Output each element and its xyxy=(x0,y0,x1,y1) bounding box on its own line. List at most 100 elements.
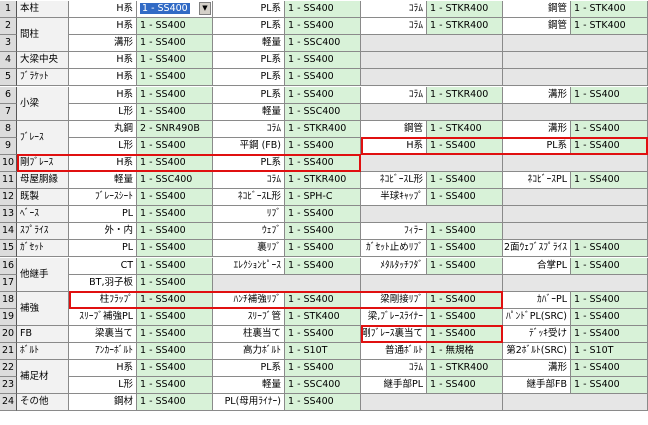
material-cell[interactable]: 1 - SS400 xyxy=(137,325,213,343)
material-cell[interactable]: 1 - SS400 xyxy=(427,377,503,395)
material-cell[interactable]: 1 - SS400 xyxy=(137,223,213,241)
material-value: 1 - SS400 xyxy=(574,293,620,305)
material-cell[interactable]: 2 - SNR490B xyxy=(137,120,213,138)
part-label: L形 xyxy=(69,377,137,395)
material-cell[interactable]: 1 - SS400 xyxy=(427,325,503,343)
chevron-down-icon[interactable]: ▼ xyxy=(199,2,211,15)
material-cell[interactable]: 1 - SS400 xyxy=(571,172,648,189)
material-cell[interactable]: 1 - SS400 xyxy=(571,257,648,275)
material-cell[interactable]: 1 - STK400 xyxy=(427,120,503,138)
material-cell[interactable]: 1 - SS400 xyxy=(285,154,361,172)
material-cell[interactable]: 1 - SS400 xyxy=(427,308,503,326)
part-label: 継手部PL xyxy=(361,377,427,395)
material-value: 1 - SSC400 xyxy=(140,174,193,185)
material-cell[interactable]: 1 - SS400 xyxy=(137,308,213,326)
material-cell[interactable]: 1 - SS400 xyxy=(285,18,361,36)
material-value: 1 - STKR400 xyxy=(430,20,489,32)
material-value: 1 - SS400 xyxy=(140,54,186,66)
material-value: 1 - SSC400 xyxy=(288,379,341,391)
material-cell[interactable]: 1 - SS400 xyxy=(427,291,503,309)
material-cell[interactable]: 1 - SS400 xyxy=(571,291,648,309)
material-cell[interactable]: 1 - SS400 xyxy=(427,257,503,275)
part-label: 梁,ﾌﾞﾚｰｽﾗｲﾅｰ xyxy=(361,308,427,326)
material-cell[interactable]: 1 - SS400 xyxy=(427,223,503,241)
material-cell[interactable]: 1 - SS400 xyxy=(427,137,503,155)
material-cell[interactable]: 1 - STKR400 xyxy=(427,360,503,378)
empty-cell xyxy=(503,69,648,87)
material-cell[interactable]: 1 - SS400 xyxy=(285,394,361,412)
part-label: 普通ﾎﾞﾙﾄ xyxy=(361,343,427,360)
material-cell[interactable]: 1 - SS400 xyxy=(571,137,648,155)
material-cell[interactable]: 1 - SS400 xyxy=(571,308,648,326)
material-cell[interactable]: 1 - S10T xyxy=(285,343,361,360)
material-cell[interactable]: 1 - SS400 xyxy=(285,52,361,70)
part-label: H系 xyxy=(69,18,137,36)
material-cell[interactable]: 1 - STK400 xyxy=(571,18,648,36)
material-cell[interactable]: 1 - SS400 xyxy=(285,1,361,18)
material-cell[interactable]: 1 - SS400 xyxy=(137,69,213,87)
material-cell[interactable]: 1 - SS400 xyxy=(285,223,361,241)
material-cell[interactable]: 1 - SSC400 xyxy=(285,103,361,121)
material-cell[interactable]: 1 - SSC400 xyxy=(137,172,213,189)
material-cell[interactable]: 1 - SS400 xyxy=(285,69,361,87)
row-number: 2 xyxy=(0,18,17,36)
material-cell[interactable]: 1 - SS400 xyxy=(137,377,213,395)
material-cell[interactable]: 1 - STK400 xyxy=(285,308,361,326)
material-cell[interactable]: 1 - SS400 xyxy=(137,257,213,275)
material-grid: 1 本柱 H系 1 - SS400 ▼ PL系 1 - SS400 ｺﾗﾑ 1 - STKR40… xyxy=(0,0,648,425)
material-cell[interactable]: 1 - SS400 xyxy=(137,291,213,309)
empty-cell xyxy=(361,394,503,412)
material-cell[interactable]: 1 - SS400 xyxy=(571,377,648,395)
material-cell[interactable]: 1 - STKR400 xyxy=(427,1,503,18)
material-cell[interactable]: 1 - SS400 xyxy=(285,325,361,343)
material-cell[interactable]: 1 - SS400 xyxy=(137,274,213,292)
material-cell[interactable]: 1 - STK400 xyxy=(571,1,648,18)
part-label: H系 xyxy=(361,137,427,155)
material-cell[interactable]: 1 - SS400 xyxy=(427,240,503,258)
part-label: ｺﾗﾑ xyxy=(361,360,427,378)
material-cell[interactable]: 1 - SS400 ▼ xyxy=(137,1,213,18)
material-cell[interactable]: 1 - SS400 xyxy=(571,240,648,258)
material-cell[interactable]: 1 - SS400 xyxy=(285,257,361,275)
material-cell[interactable]: 1 - SS400 xyxy=(137,137,213,155)
material-cell[interactable]: 1 - STKR400 xyxy=(285,120,361,138)
material-cell[interactable]: 1 - SPH-C xyxy=(285,189,361,207)
material-cell[interactable]: 1 - SS400 xyxy=(137,86,213,104)
material-cell[interactable]: 1 - SS400 xyxy=(285,137,361,155)
material-cell[interactable]: 1 - STKR400 xyxy=(285,172,361,189)
material-cell[interactable]: 1 - SS400 xyxy=(571,325,648,343)
part-label: PL系 xyxy=(213,18,285,36)
material-cell[interactable]: 1 - SS400 xyxy=(137,18,213,36)
material-cell[interactable]: 1 - S10T xyxy=(571,343,648,360)
material-cell[interactable]: 1 - SS400 xyxy=(137,154,213,172)
material-cell[interactable]: 1 - SS400 xyxy=(571,360,648,378)
material-cell[interactable]: 1 - SS400 xyxy=(137,240,213,258)
material-cell[interactable]: 1 - SS400 xyxy=(137,343,213,360)
material-cell[interactable]: 1 - SS400 xyxy=(137,189,213,207)
material-cell[interactable]: 1 - SS400 xyxy=(285,360,361,378)
material-cell[interactable]: 1 - SS400 xyxy=(137,206,213,224)
material-cell[interactable]: 1 - SS400 xyxy=(571,120,648,138)
material-value: 1 - SS400 xyxy=(430,174,476,185)
material-cell[interactable]: 1 - SS400 xyxy=(571,86,648,104)
material-cell[interactable]: 1 - SS400 xyxy=(137,360,213,378)
material-cell[interactable]: 1 - SS400 xyxy=(137,103,213,121)
part-label: 2面ｳｪﾌﾞｽﾌﾟﾗｲｽ xyxy=(503,240,571,258)
material-cell[interactable]: 1 - SSC400 xyxy=(285,377,361,395)
material-cell[interactable]: 1 - STKR400 xyxy=(427,18,503,36)
material-cell[interactable]: 1 - 無規格 xyxy=(427,343,503,360)
material-cell[interactable]: 1 - SS400 xyxy=(285,206,361,224)
part-label: 丸鋼 xyxy=(69,120,137,138)
material-cell[interactable]: 1 - SS400 xyxy=(285,86,361,104)
material-cell[interactable]: 1 - STKR400 xyxy=(427,86,503,104)
part-label: ﾊﾟﾝﾄﾞPL(SRC) xyxy=(503,308,571,326)
material-cell[interactable]: 1 - SS400 xyxy=(137,35,213,53)
material-cell[interactable]: 1 - SS400 xyxy=(427,172,503,189)
material-cell[interactable]: 1 - SS400 xyxy=(137,394,213,412)
material-cell[interactable]: 1 - SS400 xyxy=(137,52,213,70)
material-cell[interactable]: 1 - SSC400 xyxy=(285,35,361,53)
material-value: 1 - STK400 xyxy=(574,3,626,14)
material-cell[interactable]: 1 - SS400 xyxy=(285,240,361,258)
material-cell[interactable]: 1 - SS400 xyxy=(427,189,503,207)
material-cell[interactable]: 1 - SS400 xyxy=(285,291,361,309)
